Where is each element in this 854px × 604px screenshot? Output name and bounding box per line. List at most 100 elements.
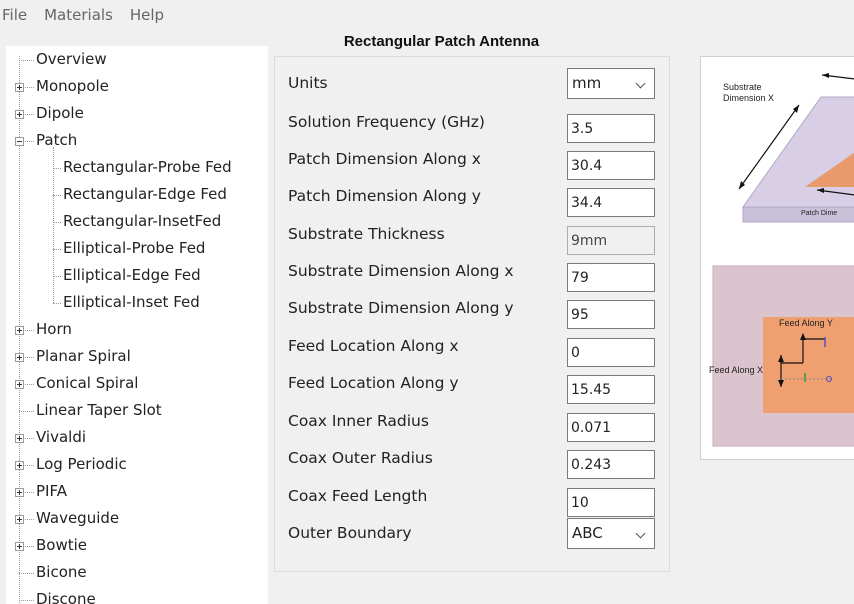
tree-item-label: Waveguide [36,509,120,527]
coax-outer-radius-input[interactable]: 0.243 [567,450,655,479]
units-select[interactable]: mm [567,68,655,99]
expand-plus-icon[interactable] [15,515,24,524]
antenna-diagram: Substrate Dimension X Patch Dime Feed Al… [700,56,854,460]
label-substrate-dimension-along-y: Substrate Dimension Along y [288,299,514,317]
tree-item-label: Rectangular-Edge Fed [63,185,227,203]
tree-connector [19,573,34,574]
tree-item-label: Rectangular-InsetFed [63,212,222,230]
tree-item-label: Elliptical-Inset Fed [63,293,200,311]
label-feed-location-along-x: Feed Location Along x [288,337,459,355]
label-substrate: Substrate [723,82,762,92]
tree-item-waveguide[interactable]: Waveguide [6,505,268,532]
units-select-value: mm [572,74,602,92]
label-coax-feed-length: Coax Feed Length [288,487,428,505]
label-coax-inner-radius: Coax Inner Radius [288,412,429,430]
tree-item-conical-spiral[interactable]: Conical Spiral [6,370,268,397]
tree-item-elliptical-edge-fed[interactable]: Elliptical-Edge Fed [6,262,268,289]
expand-plus-icon[interactable] [15,110,24,119]
label-patch-dimension-along-y: Patch Dimension Along y [288,187,481,205]
label-feed-location-along-y: Feed Location Along y [288,374,459,392]
expand-plus-icon[interactable] [15,326,24,335]
label-solution-frequency-ghz: Solution Frequency (GHz) [288,113,485,131]
tree-item-monopole[interactable]: Monopole [6,73,268,100]
tree-item-bicone[interactable]: Bicone [6,559,268,586]
tree-item-vivaldi[interactable]: Vivaldi [6,424,268,451]
antenna-tree[interactable]: Overview Monopole Dipole Patch Rectangular-P… [6,46,268,604]
tree-item-dipole[interactable]: Dipole [6,100,268,127]
tree-item-label: Elliptical-Edge Fed [63,266,201,284]
tree-item-pifa[interactable]: PIFA [6,478,268,505]
label-units: Units [288,74,328,92]
tree-item-label: Dipole [36,104,84,122]
tree-connector [53,195,61,196]
label-outer-boundary: Outer Boundary [288,524,412,542]
page-title: Rectangular Patch Antenna [343,33,540,50]
substrate-side [742,206,854,223]
outer-boundary-select[interactable]: ABC [567,518,655,549]
collapse-minus-icon[interactable] [15,137,24,146]
tree-item-rectangular-probe-fed[interactable]: Rectangular-Probe Fed [6,154,268,181]
tree-item-label: Rectangular-Probe Fed [63,158,232,176]
tree-item-label: Patch [36,131,78,149]
expand-plus-icon[interactable] [15,380,24,389]
tree-item-label: PIFA [36,482,67,500]
expand-plus-icon[interactable] [15,353,24,362]
chevron-down-icon [635,528,646,539]
expand-plus-icon[interactable] [15,488,24,497]
chevron-down-icon [635,78,646,89]
expand-plus-icon[interactable] [15,461,24,470]
tree-item-label: Monopole [36,77,109,95]
expand-plus-icon[interactable] [15,434,24,443]
parameters-group: Units mm Solution Frequency (GHz) 3.5 Patch … [274,56,670,572]
tree-item-label: Overview [36,50,107,68]
substrate-dimension-along-y-input[interactable]: 95 [567,300,655,329]
label-coax-outer-radius: Coax Outer Radius [288,449,433,467]
expand-plus-icon[interactable] [15,83,24,92]
feed-location-along-x-input[interactable]: 0 [567,338,655,367]
tree-item-horn[interactable]: Horn [6,316,268,343]
diagram-svg: Substrate Dimension X Patch Dime Feed Al… [709,73,854,447]
tree-item-discone[interactable]: Discone [6,586,268,604]
menu-file[interactable]: File [2,6,36,24]
tree-item-elliptical-inset-fed[interactable]: Elliptical-Inset Fed [6,289,268,316]
tree-item-label: Linear Taper Slot [36,401,162,419]
tree-item-rectangular-edge-fed[interactable]: Rectangular-Edge Fed [6,181,268,208]
tree-item-linear-taper-slot[interactable]: Linear Taper Slot [6,397,268,424]
tree-item-log-periodic[interactable]: Log Periodic [6,451,268,478]
tree-item-label: Horn [36,320,72,338]
expand-plus-icon[interactable] [15,542,24,551]
label-feed-x: Feed Along X [709,365,763,375]
solution-frequency-ghz-input[interactable]: 3.5 [567,114,655,143]
tree-item-label: Conical Spiral [36,374,139,392]
tree-connector [53,249,61,250]
tree-item-patch[interactable]: Patch [6,127,268,154]
label-substrate-thickness: Substrate Thickness [288,225,445,243]
tree-item-planar-spiral[interactable]: Planar Spiral [6,343,268,370]
tree-item-overview[interactable]: Overview [6,46,268,73]
tree-item-bowtie[interactable]: Bowtie [6,532,268,559]
patch-dimension-along-x-input[interactable]: 30.4 [567,151,655,180]
tree-connector [53,168,61,169]
menu-help[interactable]: Help [122,6,173,24]
feed-location-along-y-input[interactable]: 15.45 [567,375,655,404]
substrate-thickness-input: 9mm [567,226,655,255]
tree-item-label: Planar Spiral [36,347,131,365]
label-patch-dim: Patch Dime [801,210,837,217]
substrate-top [742,96,854,208]
menu-materials[interactable]: Materials [36,6,122,24]
tree-item-elliptical-probe-fed[interactable]: Elliptical-Probe Fed [6,235,268,262]
tree-connector [19,60,34,61]
patch-2d [763,317,854,413]
tree-item-label: Discone [36,590,96,604]
tree-item-label: Vivaldi [36,428,87,446]
substrate-dimension-along-x-input[interactable]: 79 [567,263,655,292]
tree-item-label: Bowtie [36,536,88,554]
label-dimension-x: Dimension X [723,93,774,103]
patch-dimension-along-y-input[interactable]: 34.4 [567,188,655,217]
coax-feed-length-input[interactable]: 10 [567,488,655,517]
coax-inner-radius-input[interactable]: 0.071 [567,413,655,442]
label-feed-y: Feed Along Y [779,318,833,328]
tree-connector [19,600,34,601]
menu-bar: File Materials Help [0,0,854,30]
tree-item-rectangular-insetfed[interactable]: Rectangular-InsetFed [6,208,268,235]
